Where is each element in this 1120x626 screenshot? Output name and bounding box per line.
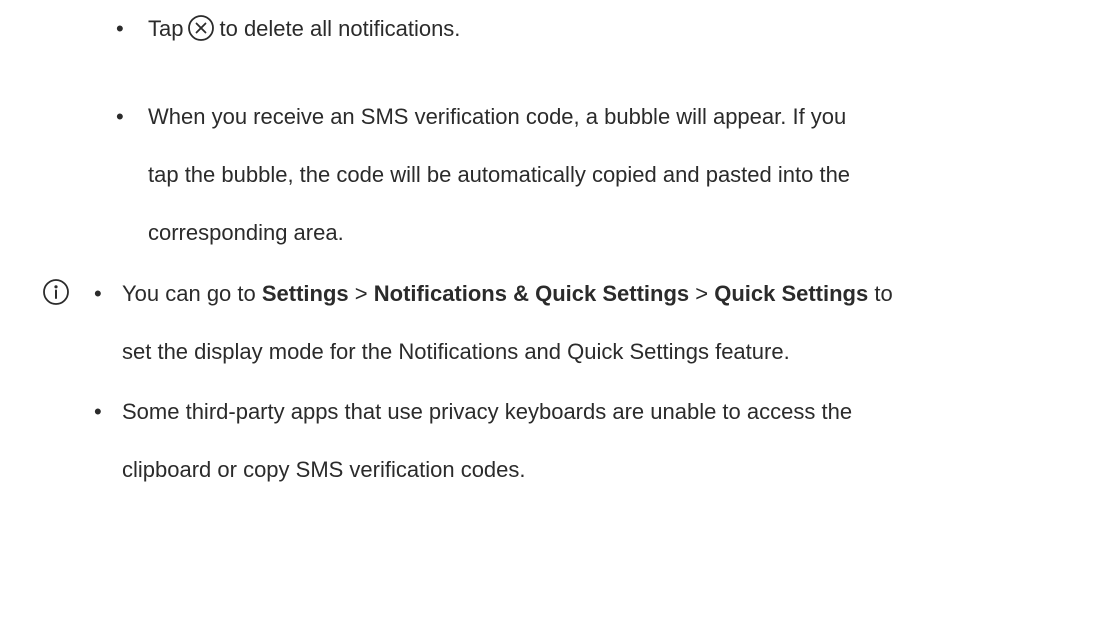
settings-label: Settings: [261, 281, 349, 306]
tap-suffix: to delete all notifications.: [219, 16, 461, 41]
list-item: Tap to delete all notifications.: [148, 14, 460, 44]
close-circle-icon: [187, 14, 215, 42]
separator: >: [689, 281, 715, 306]
note-suffix: to: [868, 281, 893, 306]
list-item-line: corresponding area.: [148, 220, 344, 245]
bullet: •: [116, 104, 124, 129]
info-icon: [42, 278, 70, 306]
list-item-line: tap the bubble, the code will be automat…: [148, 162, 851, 187]
note-line: set the display mode for the Notificatio…: [122, 339, 790, 364]
bullet: •: [116, 16, 124, 41]
bullet: •: [94, 281, 102, 306]
bullet: •: [94, 399, 102, 424]
separator: >: [348, 281, 374, 306]
quick-settings-label: Quick Settings: [714, 281, 869, 306]
note-prefix: You can go to: [122, 281, 262, 306]
list-item-line: When you receive an SMS verification cod…: [148, 104, 847, 129]
note-line: You can go to Settings > Notifications &…: [122, 279, 893, 309]
tap-prefix: Tap: [148, 16, 184, 41]
notifications-quick-settings-label: Notifications & Quick Settings: [373, 281, 690, 306]
note-line: clipboard or copy SMS verification codes…: [122, 457, 526, 482]
note-line: Some third-party apps that use privacy k…: [122, 399, 853, 424]
